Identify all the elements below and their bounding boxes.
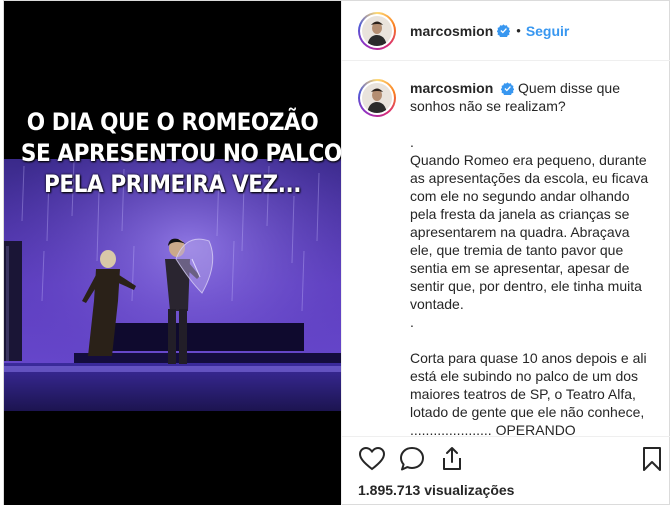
caption-line: vontade. (410, 296, 464, 312)
comment-icon[interactable] (398, 445, 426, 473)
post-side-panel: marcosmion • Seguir marcosmion Quem diss… (341, 1, 670, 505)
caption-area[interactable]: marcosmion Quem disse que sonhos não se … (342, 62, 670, 436)
avatar[interactable] (358, 11, 396, 50)
caption-line: sentir que, por dentro, ele tinha muita (410, 278, 642, 294)
caption-line: Quem disse que (518, 80, 620, 96)
caption-first-line: marcosmion Quem disse que (410, 79, 650, 97)
profile-avatar-icon (362, 15, 392, 46)
caption-line (410, 115, 650, 133)
post-actions: 1.895.713 visualizações (342, 436, 670, 505)
video-frame[interactable] (4, 1, 341, 505)
avatar[interactable] (358, 79, 396, 117)
caption-line: . (410, 314, 414, 330)
follow-button[interactable]: Seguir (526, 23, 570, 39)
caption-line: pela fresta da janela as crianças se (410, 206, 630, 222)
caption-username[interactable]: marcosmion (410, 80, 493, 96)
caption-line: ..................... OPERANDO (410, 422, 576, 436)
post-video[interactable]: O DIA QUE O ROMEOZÃO SE APRESENTOU NO PA… (4, 1, 341, 505)
caption-line: lotado de gente que ele não conhece, (410, 404, 645, 420)
caption-line: sentia em se apresentar, apesar de (410, 260, 630, 276)
caption-line: . (410, 134, 414, 150)
views-number: 1.895.713 (358, 482, 421, 498)
overlay-line: PELA PRIMEIRA VEZ... (43, 170, 301, 198)
views-label: visualizações (424, 482, 515, 498)
caption-text: marcosmion Quem disse que sonhos não se … (410, 79, 650, 436)
overlay-line: O DIA QUE O ROMEOZÃO (26, 108, 319, 136)
caption-line: ele, que tremia de tanto pavor que (410, 242, 624, 258)
caption-line: com ele no segundo andar olhando (410, 188, 630, 204)
heart-icon[interactable] (358, 445, 386, 473)
bookmark-icon[interactable] (638, 445, 666, 473)
instagram-post: O DIA QUE O ROMEOZÃO SE APRESENTOU NO PA… (3, 0, 670, 505)
profile-avatar-icon (362, 83, 392, 113)
caption-line: está ele subindo no palco de um dos (410, 368, 639, 384)
caption-line: as apresentações da escola, eu ficava (410, 170, 649, 186)
caption-line: maiores teatros de SP, o Teatro Alfa, (410, 386, 636, 402)
header-username[interactable]: marcosmion (410, 23, 493, 39)
overlay-line: SE APRESENTOU NO PALCO (20, 139, 341, 167)
caption-line: apresentarem na quadra. Abraçava (410, 224, 630, 240)
caption-line (410, 331, 650, 349)
caption-line: Corta para quase 10 anos depois e ali (410, 350, 647, 366)
video-caption-overlay: O DIA QUE O ROMEOZÃO SE APRESENTOU NO PA… (20, 107, 341, 200)
share-icon[interactable] (438, 445, 466, 473)
verified-badge-icon (497, 24, 511, 37)
views-count[interactable]: 1.895.713 visualizações (358, 482, 514, 498)
caption-comment: marcosmion Quem disse que sonhos não se … (358, 79, 655, 436)
post-header: marcosmion • Seguir (342, 1, 670, 61)
header-separator: • (516, 23, 521, 38)
caption-line: sonhos não se realizam? (410, 98, 566, 114)
action-icons (358, 445, 661, 475)
caption-line: Quando Romeo era pequeno, durante (410, 152, 647, 168)
verified-badge-icon (501, 82, 515, 95)
